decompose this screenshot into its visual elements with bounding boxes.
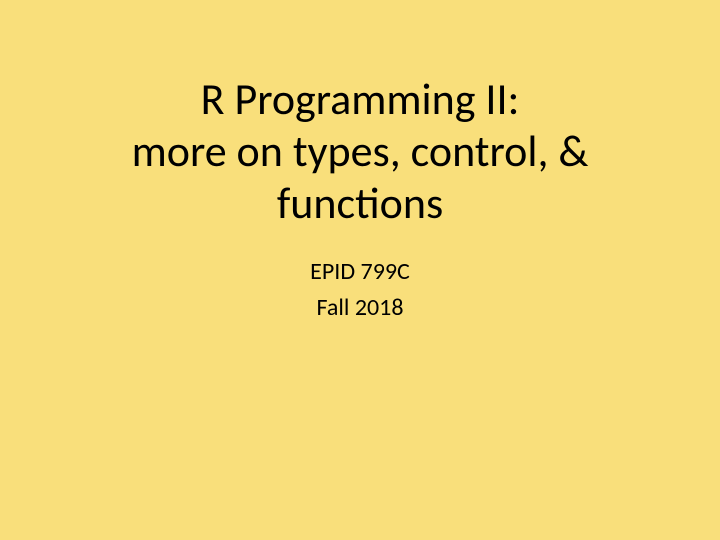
slide-container: R Programming II: more on types, control… xyxy=(0,0,720,326)
subtitle-line-1: EPID 799C xyxy=(310,254,410,290)
title-line-3: functions xyxy=(132,178,589,230)
subtitle-line-2: Fall 2018 xyxy=(310,290,410,326)
slide-title: R Programming II: more on types, control… xyxy=(132,74,589,230)
slide-subtitle: EPID 799C Fall 2018 xyxy=(310,254,410,326)
title-line-1: R Programming II: xyxy=(132,74,589,126)
title-line-2: more on types, control, & xyxy=(132,126,589,178)
